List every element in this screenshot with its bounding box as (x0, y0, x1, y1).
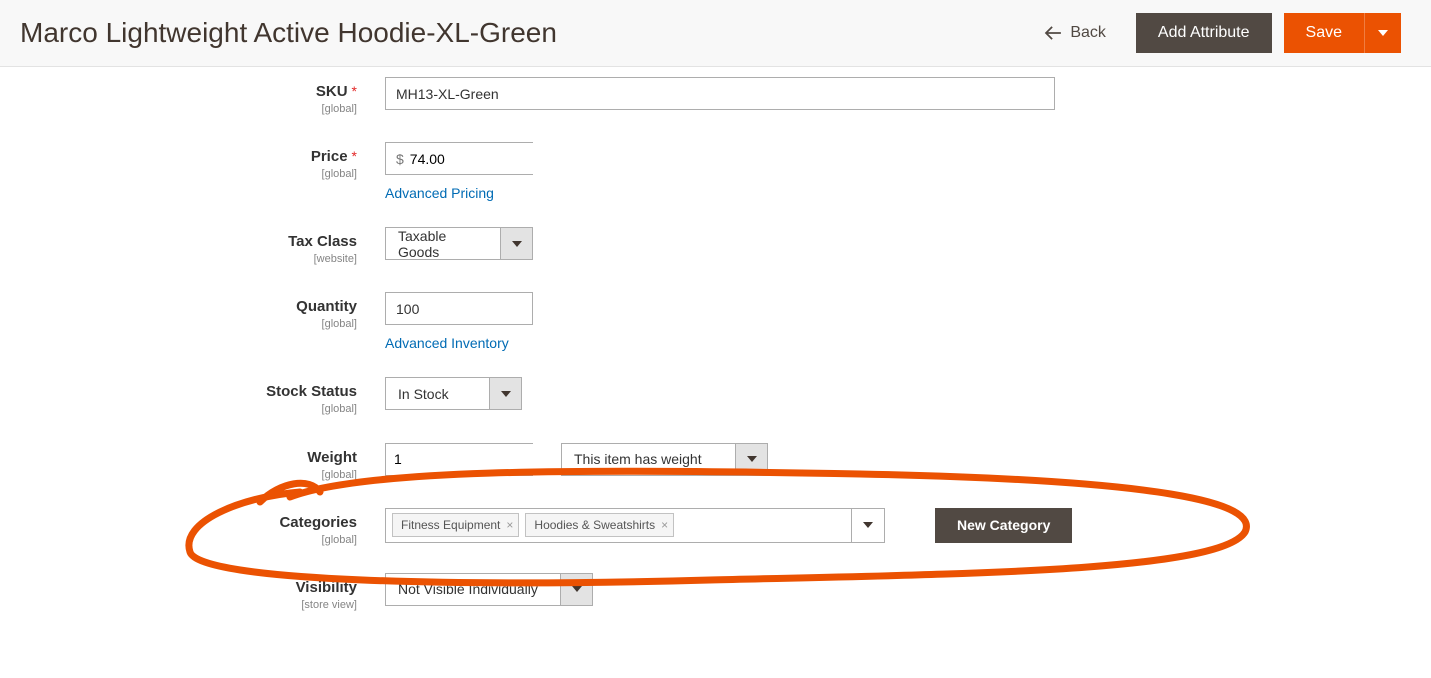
price-field: $ (385, 142, 533, 175)
advanced-pricing-link[interactable]: Advanced Pricing (385, 185, 533, 201)
tax-class-select[interactable]: Taxable Goods (385, 227, 533, 260)
back-label: Back (1070, 24, 1106, 42)
categories-label: Categories (279, 514, 357, 531)
weight-type-value: This item has weight (561, 443, 735, 476)
categories-row: Categories [global] Fitness Equipment × … (30, 508, 1401, 547)
weight-input[interactable] (386, 444, 583, 475)
save-label: Save (1284, 13, 1364, 53)
currency-symbol: $ (386, 151, 410, 167)
category-chips: Fitness Equipment × Hoodies & Sweatshirt… (386, 509, 851, 542)
caret-down-icon (1378, 30, 1388, 36)
stock-status-value: In Stock (385, 377, 489, 410)
page-header: Marco Lightweight Active Hoodie-XL-Green… (0, 0, 1431, 67)
weight-type-caret (735, 443, 768, 476)
price-input[interactable] (410, 143, 591, 174)
save-button[interactable]: Save (1284, 13, 1401, 53)
header-actions: Back Add Attribute Save (1044, 13, 1401, 53)
visibility-select[interactable]: Not Visible Individually (385, 573, 593, 606)
category-chip: Fitness Equipment × (392, 513, 519, 537)
required-mark: * (352, 148, 357, 164)
quantity-input[interactable] (385, 292, 533, 325)
stock-status-label: Stock Status (266, 383, 357, 400)
stock-status-caret (489, 377, 522, 410)
chip-remove-icon[interactable]: × (661, 518, 668, 532)
tax-class-label: Tax Class (288, 233, 357, 250)
visibility-scope: [store view] (30, 599, 357, 612)
quantity-label: Quantity (296, 298, 357, 315)
stock-status-select[interactable]: In Stock (385, 377, 522, 410)
categories-scope: [global] (30, 534, 357, 547)
sku-input[interactable] (385, 77, 1055, 110)
tax-class-caret (500, 227, 533, 260)
sku-label: SKU (316, 83, 348, 100)
weight-type-select[interactable]: This item has weight (561, 443, 768, 476)
chip-label: Hoodies & Sweatshirts (534, 518, 655, 532)
weight-label: Weight (307, 449, 357, 466)
advanced-inventory-link[interactable]: Advanced Inventory (385, 335, 533, 351)
tax-class-value: Taxable Goods (385, 227, 500, 260)
visibility-value: Not Visible Individually (385, 573, 560, 606)
chip-label: Fitness Equipment (401, 518, 500, 532)
price-row: Price* [global] $ Advanced Pricing (30, 142, 1401, 201)
caret-down-icon (747, 456, 757, 462)
caret-down-icon (572, 586, 582, 592)
sku-scope: [global] (30, 103, 357, 116)
visibility-row: Visibility [store view] Not Visible Indi… (30, 573, 1401, 612)
product-form: SKU* [global] Price* [global] $ Advanced… (0, 67, 1431, 678)
categories-caret[interactable] (851, 509, 884, 542)
add-attribute-button[interactable]: Add Attribute (1136, 13, 1272, 53)
tax-class-row: Tax Class [website] Taxable Goods (30, 227, 1401, 266)
visibility-caret (560, 573, 593, 606)
back-button[interactable]: Back (1044, 24, 1124, 42)
new-category-button[interactable]: New Category (935, 508, 1072, 543)
categories-multiselect[interactable]: Fitness Equipment × Hoodies & Sweatshirt… (385, 508, 885, 543)
caret-down-icon (501, 391, 511, 397)
arrow-left-icon (1044, 26, 1062, 40)
visibility-label: Visibility (296, 579, 357, 596)
weight-row: Weight [global] lbs This item has weight (30, 443, 1401, 482)
weight-scope: [global] (30, 469, 357, 482)
stock-status-row: Stock Status [global] In Stock (30, 377, 1401, 416)
required-mark: * (352, 83, 357, 99)
price-label: Price (311, 148, 348, 165)
caret-down-icon (512, 241, 522, 247)
save-dropdown-toggle[interactable] (1364, 13, 1401, 53)
caret-down-icon (863, 522, 873, 528)
weight-field: lbs (385, 443, 533, 476)
page-title: Marco Lightweight Active Hoodie-XL-Green (20, 17, 1044, 49)
category-chip: Hoodies & Sweatshirts × (525, 513, 674, 537)
chip-remove-icon[interactable]: × (506, 518, 513, 532)
tax-class-scope: [website] (30, 253, 357, 266)
quantity-row: Quantity [global] Advanced Inventory (30, 292, 1401, 351)
price-scope: [global] (30, 168, 357, 181)
sku-row: SKU* [global] (30, 77, 1401, 116)
quantity-scope: [global] (30, 318, 357, 331)
stock-status-scope: [global] (30, 403, 357, 416)
